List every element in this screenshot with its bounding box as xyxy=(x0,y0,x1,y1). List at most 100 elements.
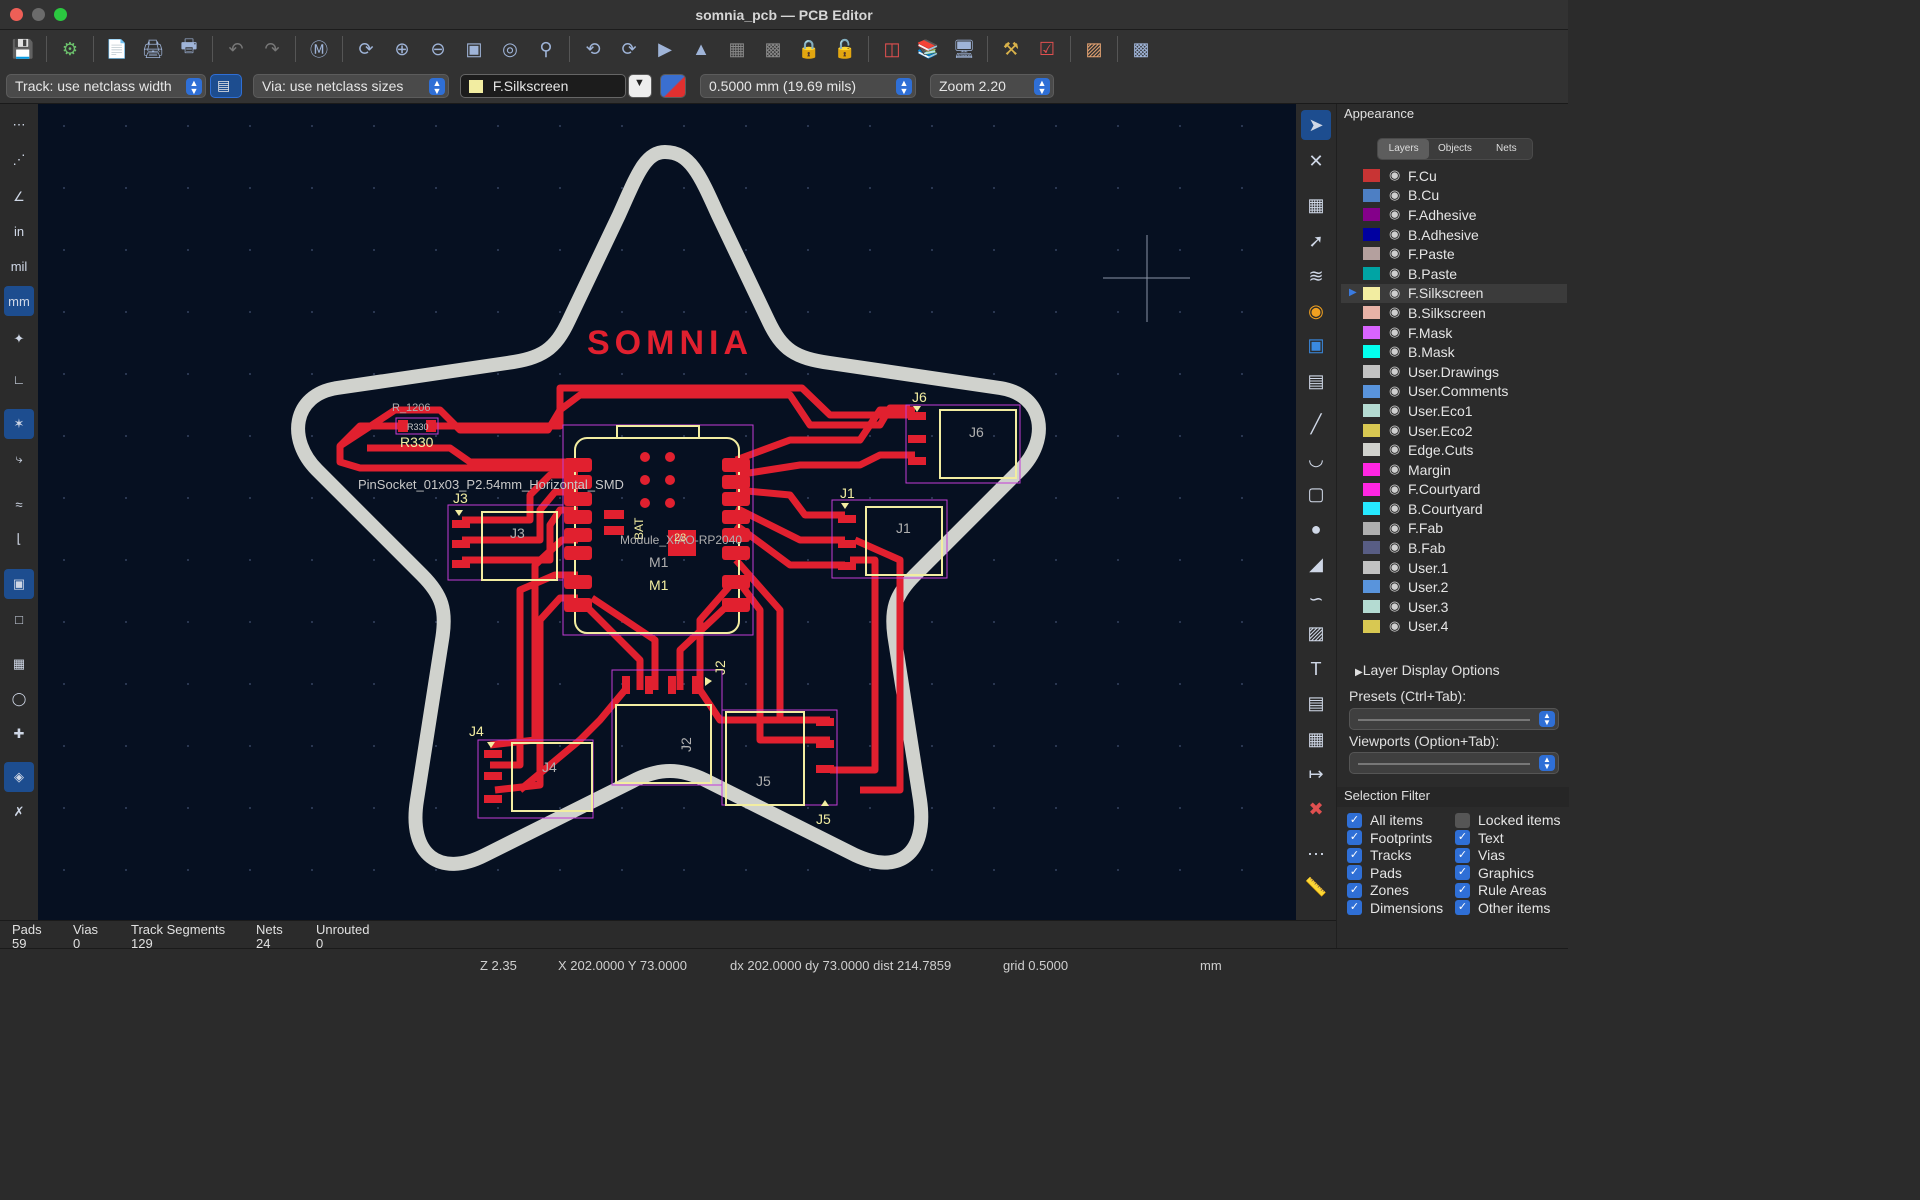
add-textbox-icon[interactable]: ▤ xyxy=(1301,688,1331,718)
filter-checkbox[interactable]: Locked items xyxy=(1455,812,1560,828)
layer-row[interactable]: ◉ F.Paste xyxy=(1341,244,1567,264)
visibility-eye-icon[interactable]: ◉ xyxy=(1389,500,1400,516)
grid-overrides-icon[interactable]: ⋰ xyxy=(4,145,34,175)
via-size-select[interactable]: Via: use netclass sizes ▲ ▼ xyxy=(253,74,449,98)
visibility-eye-icon[interactable]: ◉ xyxy=(1389,206,1400,222)
visibility-eye-icon[interactable]: ◉ xyxy=(1389,539,1400,555)
checkbox-checked-icon[interactable]: ✓ xyxy=(1347,900,1362,915)
visibility-eye-icon[interactable]: ◉ xyxy=(1389,304,1400,320)
local-ratsnest-icon[interactable]: ✕ xyxy=(1301,146,1331,176)
mil-units-icon[interactable]: mil xyxy=(4,251,34,281)
console-icon[interactable]: ▩ xyxy=(1126,34,1156,64)
filter-checkbox[interactable]: ✓ Tracks xyxy=(1347,847,1411,863)
add-image-icon[interactable]: ▨ xyxy=(1301,618,1331,648)
layer-color-swatch[interactable] xyxy=(1363,482,1380,496)
find-icon[interactable]: Ⓜ xyxy=(304,34,334,64)
add-footprint-icon[interactable]: ▦ xyxy=(1301,190,1331,220)
layer-color-swatch[interactable] xyxy=(1363,169,1380,182)
drc-icon[interactable]: ☑ xyxy=(1032,34,1062,64)
visibility-eye-icon[interactable]: ◉ xyxy=(1389,324,1400,340)
visibility-eye-icon[interactable]: ◉ xyxy=(1389,441,1400,457)
visibility-eye-icon[interactable]: ◉ xyxy=(1389,578,1400,594)
grid-dots-icon[interactable]: ⋯ xyxy=(4,110,34,140)
layer-row[interactable]: ◉ B.Silkscreen xyxy=(1341,303,1567,323)
page-settings-icon[interactable]: 📄 xyxy=(102,34,132,64)
track-outline-icon[interactable]: ✚ xyxy=(4,719,34,749)
show-net-names-icon[interactable]: ≈ xyxy=(4,489,34,519)
layer-row[interactable]: ◉ Margin xyxy=(1341,460,1567,480)
add-dimension-icon[interactable]: ↦ xyxy=(1301,759,1331,789)
footprint-library-icon[interactable]: 🖥 xyxy=(949,34,979,64)
layer-row[interactable]: ◉ User.Drawings xyxy=(1341,362,1567,382)
zone-fill-display-icon[interactable]: ▣ xyxy=(4,569,34,599)
route-track-icon[interactable]: ➚ xyxy=(1301,226,1331,256)
layer-row[interactable]: ◉ F.Fab xyxy=(1341,519,1567,539)
draw-line-icon[interactable]: ╱ xyxy=(1301,409,1331,439)
zoom-select[interactable]: Zoom 2.20 ▲ ▼ xyxy=(930,74,1054,98)
board-stats-icon[interactable]: ▨ xyxy=(1079,34,1109,64)
visibility-eye-icon[interactable]: ◉ xyxy=(1389,422,1400,438)
grid-select[interactable]: 0.5000 mm (19.69 mils) ▲ ▼ xyxy=(700,74,916,98)
checkbox-unchecked-icon[interactable] xyxy=(1455,812,1470,828)
ratsnest-icon[interactable]: ✶ xyxy=(4,409,34,439)
layer-row[interactable]: ◉ User.3 xyxy=(1341,597,1567,617)
layer-color-swatch[interactable] xyxy=(1363,227,1380,241)
save-icon[interactable]: 💾 xyxy=(8,34,38,64)
draw-arc-icon[interactable]: ◡ xyxy=(1301,444,1331,474)
mm-units-icon[interactable]: mm xyxy=(4,286,34,316)
polar-coords-icon[interactable]: ∠ xyxy=(4,182,34,212)
visibility-eye-icon[interactable]: ◉ xyxy=(1389,481,1400,497)
visibility-eye-icon[interactable]: ◉ xyxy=(1389,187,1400,203)
ungroup-icon[interactable]: ▩ xyxy=(758,34,788,64)
layer-color-swatch[interactable] xyxy=(1363,325,1380,339)
unlock-icon[interactable]: 🔓 xyxy=(830,34,860,64)
layer-row[interactable]: ◉ User.Eco2 xyxy=(1341,421,1567,441)
add-table-icon[interactable]: ▦ xyxy=(1301,724,1331,754)
add-zone-icon[interactable]: ▣ xyxy=(1301,330,1331,360)
measure-tool-icon[interactable]: 📏 xyxy=(1301,872,1331,902)
checkbox-checked-icon[interactable]: ✓ xyxy=(1347,882,1362,898)
checkbox-checked-icon[interactable]: ✓ xyxy=(1455,865,1470,880)
tune-length-icon[interactable]: ≋ xyxy=(1301,261,1331,291)
rotate-ccw-icon[interactable]: ⟲ xyxy=(578,34,608,64)
layer-color-swatch[interactable] xyxy=(1363,364,1380,378)
layer-color-swatch[interactable] xyxy=(1363,521,1380,535)
pad-outline-icon[interactable]: ▦ xyxy=(4,649,34,679)
tab-layers[interactable]: Layers xyxy=(1378,139,1430,159)
tab-nets[interactable]: Nets xyxy=(1481,139,1532,159)
layer-color-swatch[interactable] xyxy=(1363,266,1380,280)
layer-color-swatch[interactable] xyxy=(1363,345,1380,359)
layer-color-swatch[interactable] xyxy=(1363,560,1380,574)
filter-checkbox[interactable]: ✓ Zones xyxy=(1347,882,1409,898)
auto-track-width-toggle[interactable]: ▤ xyxy=(210,74,242,98)
zoom-out-icon[interactable]: ⊖ xyxy=(423,34,453,64)
filter-checkbox[interactable]: ✓ Text xyxy=(1455,830,1504,846)
visibility-eye-icon[interactable]: ◉ xyxy=(1389,402,1400,418)
add-via-icon[interactable]: ◉ xyxy=(1301,296,1331,326)
visibility-eye-icon[interactable]: ◉ xyxy=(1389,520,1400,536)
layer-row[interactable]: ◉ F.Adhesive xyxy=(1341,205,1567,225)
properties-panel-icon[interactable]: ✗ xyxy=(4,797,34,827)
draw-bezier-icon[interactable]: ∽ xyxy=(1301,584,1331,614)
viewports-select[interactable]: ▲ ▼ xyxy=(1349,752,1559,774)
visibility-eye-icon[interactable]: ◉ xyxy=(1389,618,1400,634)
active-layer-select[interactable]: F.Silkscreen xyxy=(460,74,626,98)
layer-color-swatch[interactable] xyxy=(1363,502,1380,516)
draw-rectangle-icon[interactable]: ▢ xyxy=(1301,479,1331,509)
layer-dropdown-button[interactable]: ▼ xyxy=(628,74,652,98)
filter-checkbox[interactable]: ✓ Rule Areas xyxy=(1455,882,1546,898)
layer-color-swatch[interactable] xyxy=(1363,404,1380,418)
mirror-icon[interactable]: ▲ xyxy=(686,34,716,64)
undo-icon[interactable]: ↶ xyxy=(221,34,251,64)
layer-color-swatch[interactable] xyxy=(1363,286,1380,300)
layer-pair-button[interactable] xyxy=(660,74,686,98)
filter-checkbox[interactable]: ✓ Dimensions xyxy=(1347,900,1443,916)
via-outline-icon[interactable]: ◯ xyxy=(4,684,34,714)
layer-row[interactable]: ◉ F.Mask xyxy=(1341,323,1567,343)
layer-row[interactable]: ◉ B.Mask xyxy=(1341,342,1567,362)
layer-row[interactable]: ◉ User.1 xyxy=(1341,558,1567,578)
layer-row[interactable]: ◉ B.Adhesive xyxy=(1341,225,1567,245)
filter-checkbox[interactable]: ✓ Vias xyxy=(1455,847,1505,863)
layer-row[interactable]: ◉ B.Cu xyxy=(1341,186,1567,206)
update-pcb-icon[interactable]: ◫ xyxy=(877,34,907,64)
